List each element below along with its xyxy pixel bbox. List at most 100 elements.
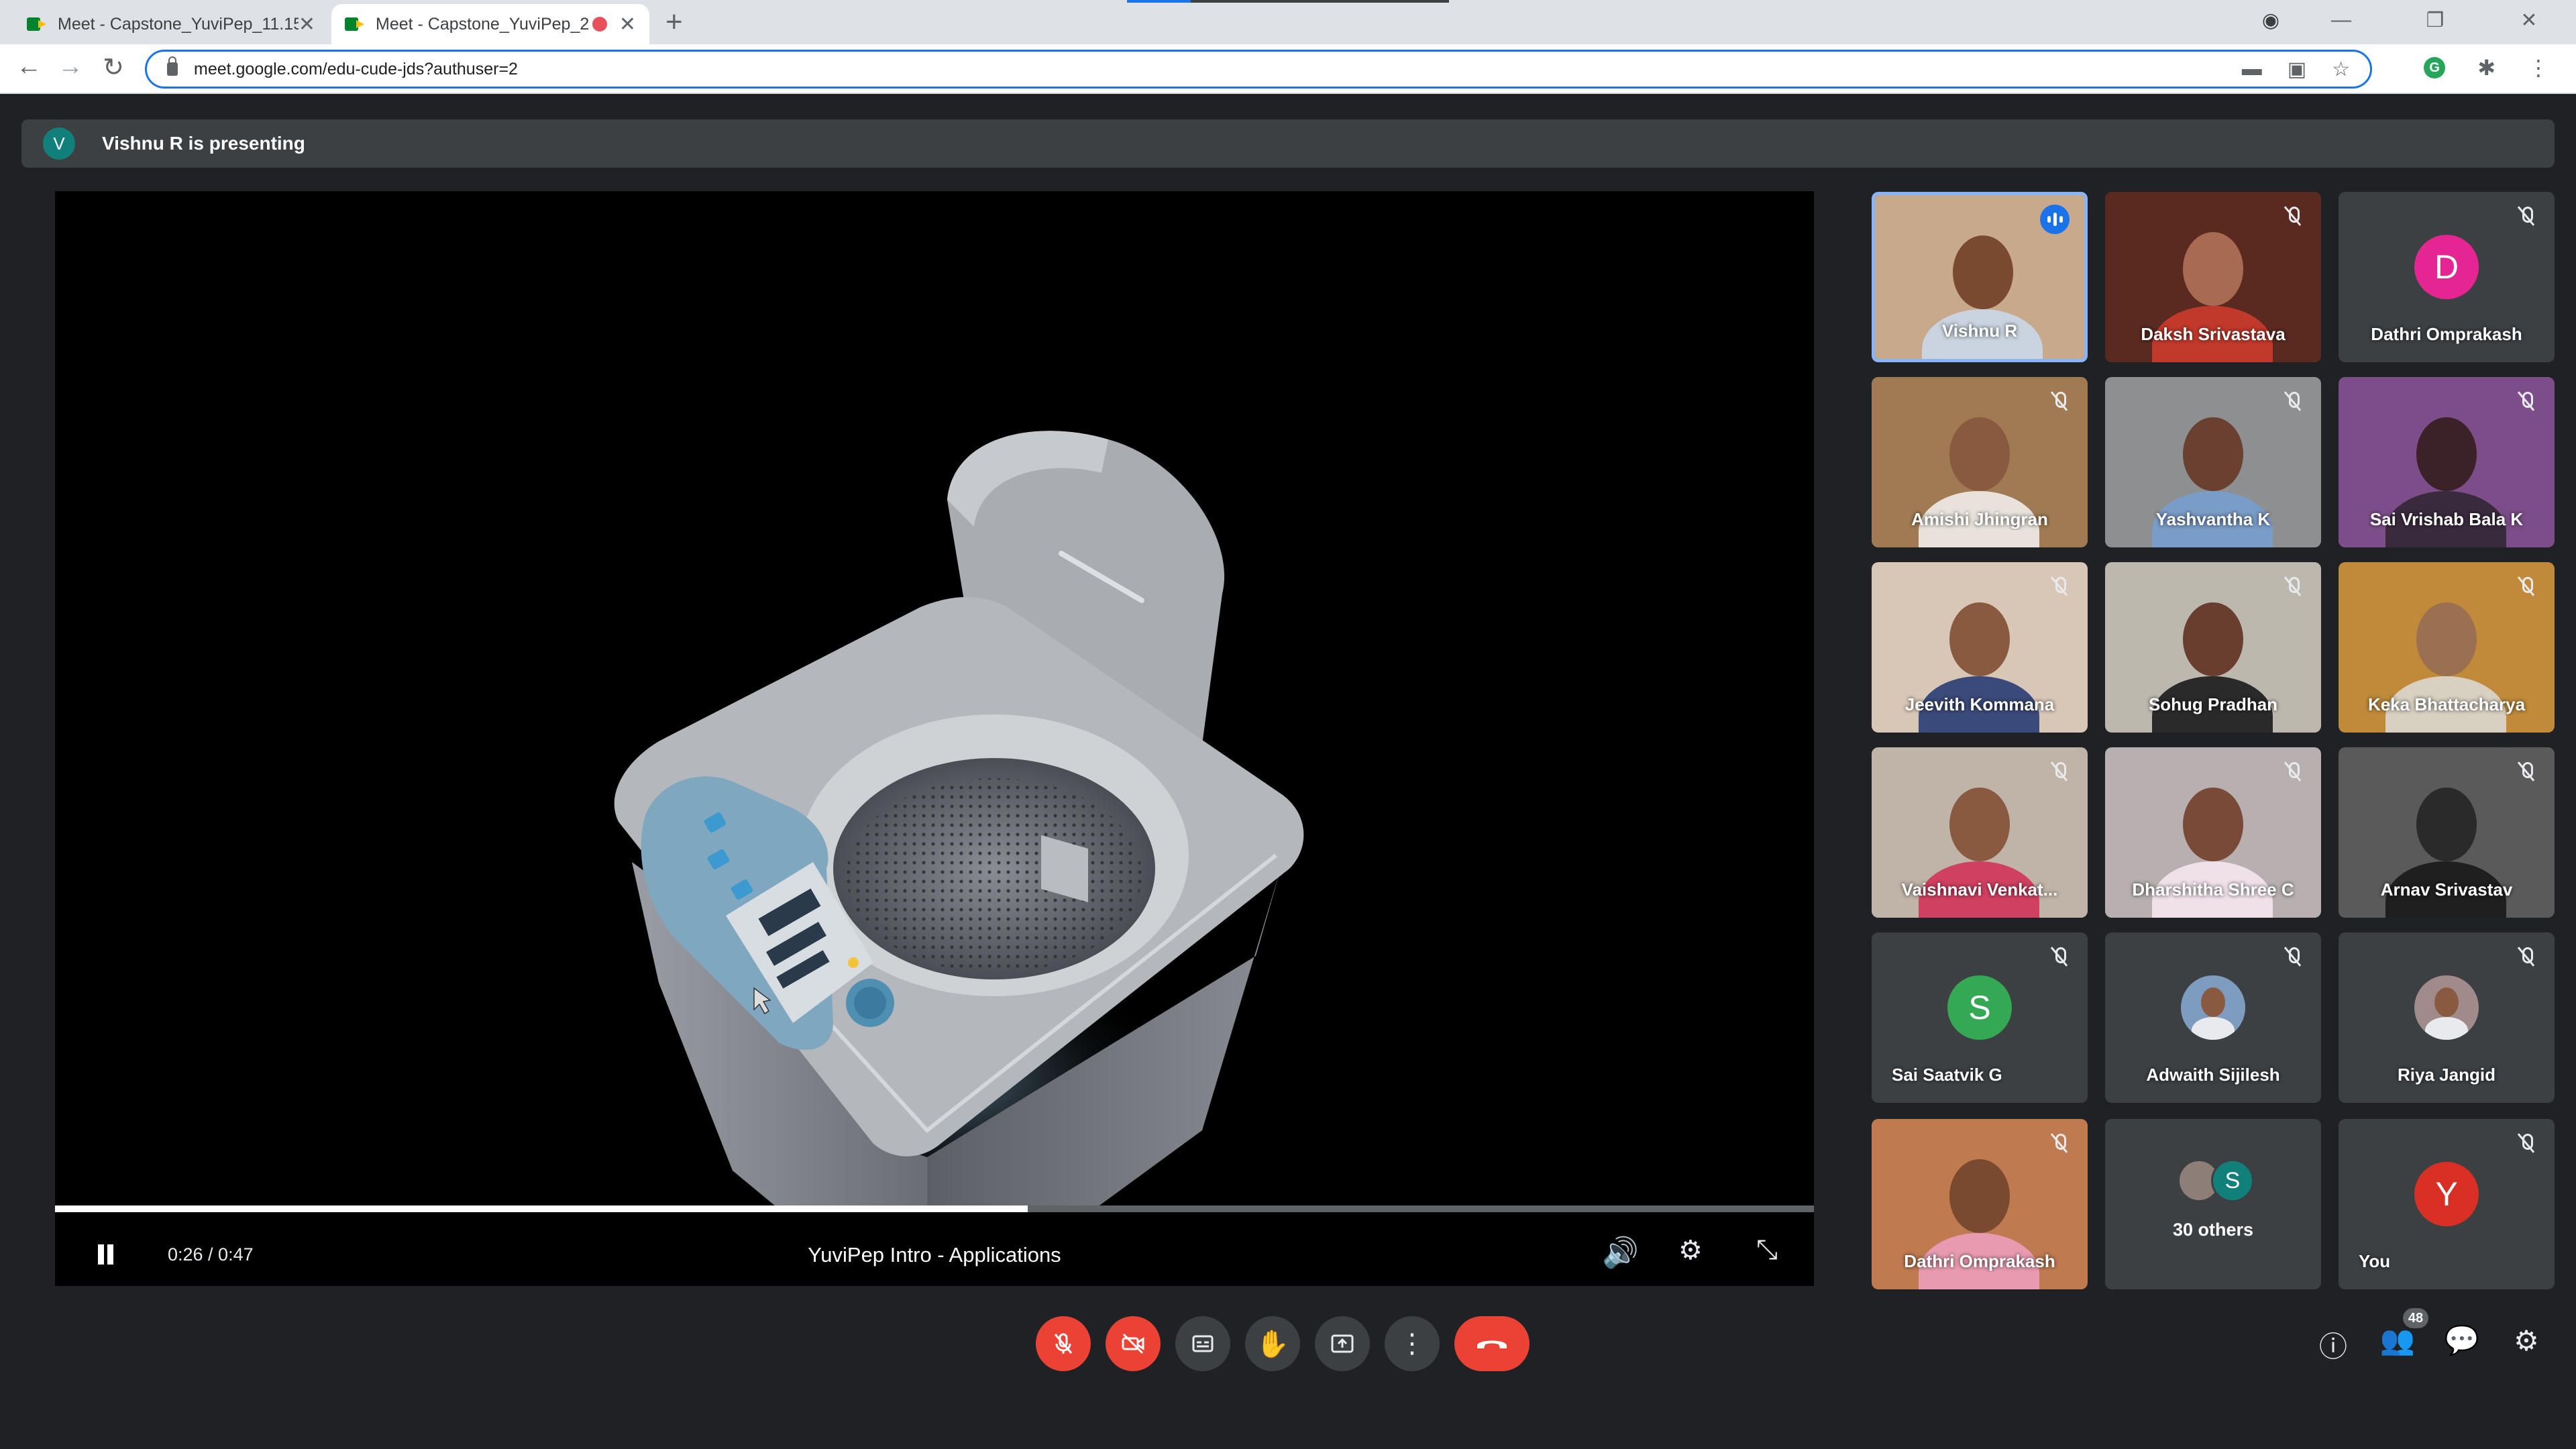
mic-muted-icon — [2282, 946, 2302, 966]
participant-tile[interactable]: Amishi Jhingran — [1872, 377, 2088, 547]
participant-head — [1949, 417, 2010, 491]
participant-tile[interactable]: Adwaith Sijilesh — [2105, 932, 2321, 1103]
washing-machine-illustration — [614, 431, 1304, 1205]
info-icon[interactable]: ⓘ — [2313, 1324, 2353, 1365]
mic-muted-icon — [2049, 576, 2069, 596]
call-controls-bar: ✋ ⋮ — [0, 1308, 2576, 1375]
window-controls: ◉ — ❐ ✕ — [2247, 0, 2576, 40]
tab-title: Meet - Capstone_YuviPep_11.15 — [58, 14, 299, 34]
restore-icon[interactable]: ❐ — [2388, 9, 2482, 32]
participant-tile[interactable]: D Dathri Omprakash — [2339, 192, 2555, 362]
presentation-stage[interactable]: 0:26 / 0:47 YuviPep Intro - Applications… — [55, 191, 1814, 1286]
participant-avatar: Y — [2414, 1162, 2479, 1226]
captions-icon[interactable] — [1175, 1316, 1230, 1371]
browser-menu-icon[interactable]: ⋮ — [2528, 55, 2549, 80]
participant-tile[interactable]: Jeevith Kommana — [1872, 562, 2088, 733]
address-bar[interactable]: meet.google.com/edu-cude-jds?authuser=2 … — [145, 50, 2372, 89]
participant-tile[interactable]: Sohug Pradhan — [2105, 562, 2321, 733]
forward-arrow-icon[interactable]: → — [54, 52, 87, 81]
participant-head — [2183, 232, 2243, 306]
new-tab-plus-icon[interactable]: + — [665, 5, 683, 39]
mic-muted-icon — [2049, 761, 2069, 781]
participant-tile[interactable]: S Sai Saatvik G — [1872, 932, 2088, 1103]
mic-muted-icon — [2049, 946, 2069, 966]
participant-name: Amishi Jhingran — [1911, 509, 2048, 529]
speaking-indicator-icon — [2040, 205, 2070, 234]
browser-tab-2[interactable]: Meet - Capstone_YuviPep_2 ✕ — [331, 4, 649, 44]
participant-name: Dharshitha Shree C — [2132, 879, 2294, 900]
raise-hand-icon[interactable]: ✋ — [1245, 1316, 1300, 1371]
participant-tile[interactable]: Sai Vrishab Bala K — [2339, 377, 2555, 547]
browser-tabstrip: Meet - Capstone_YuviPep_11.15 ✕ Meet - C… — [0, 0, 2576, 44]
mic-muted-icon — [2282, 576, 2302, 596]
more-vert-icon[interactable]: ⋮ — [1385, 1316, 1440, 1371]
participant-head — [2183, 788, 2243, 861]
participant-tile[interactable]: Dathri Omprakash — [1872, 1119, 2088, 1289]
people-count-badge: 48 — [2403, 1308, 2428, 1328]
mic-muted-icon — [2049, 1132, 2069, 1152]
present-icon[interactable] — [1315, 1316, 1370, 1371]
participant-name: Daksh Srivastava — [2141, 324, 2286, 344]
participant-head — [2183, 417, 2243, 491]
participant-tile[interactable]: Arnav Srivastav — [2339, 747, 2555, 918]
participant-head — [2416, 788, 2477, 861]
participant-tile[interactable]: Vaishnavi Venkat... — [1872, 747, 2088, 918]
people-icon[interactable]: 👥 — [2377, 1324, 2418, 1357]
avatar-shoulders — [2192, 1017, 2235, 1040]
participant-tile[interactable]: Vishnu R — [1872, 192, 2088, 362]
participant-tile[interactable]: Riya Jangid — [2339, 932, 2555, 1103]
video-progress-bar[interactable] — [55, 1205, 1814, 1212]
presenting-label: Vishnu R is presenting — [102, 133, 305, 154]
participant-name: Dathri Omprakash — [1904, 1251, 2055, 1271]
participant-tile[interactable]: Y You — [2339, 1119, 2555, 1289]
participant-avatar — [2181, 975, 2245, 1040]
chat-icon[interactable]: 💬 — [2442, 1324, 2482, 1357]
hangup-icon[interactable] — [1454, 1316, 1529, 1371]
mic-muted-icon — [2516, 576, 2536, 596]
participant-tile[interactable]: Dharshitha Shree C — [2105, 747, 2321, 918]
bookmark-star-icon[interactable]: ☆ — [2332, 58, 2350, 81]
participant-tile[interactable]: Daksh Srivastava — [2105, 192, 2321, 362]
grammarly-extension-icon[interactable]: G — [2424, 57, 2446, 78]
participant-name: Vaishnavi Venkat... — [1901, 879, 2058, 900]
activities-icon[interactable]: ⚙ — [2506, 1324, 2546, 1357]
reload-icon[interactable]: ↻ — [97, 52, 130, 83]
minimize-icon[interactable]: — — [2294, 9, 2388, 32]
participant-avatar: S — [1947, 975, 2012, 1040]
window-close-icon[interactable]: ✕ — [2482, 9, 2576, 32]
close-icon[interactable]: ✕ — [619, 13, 636, 36]
cast-icon[interactable]: ▣ — [2288, 58, 2306, 81]
participant-name: Sai Vrishab Bala K — [2369, 509, 2524, 529]
meet-favicon-icon — [345, 16, 365, 32]
back-arrow-icon[interactable]: ← — [12, 52, 46, 81]
extensions-puzzle-icon[interactable]: ✱ — [2477, 55, 2496, 80]
participant-name: Dathri Omprakash — [2371, 324, 2522, 344]
exit-fullscreen-icon[interactable]: ⤡ — [1756, 1235, 1778, 1265]
mic-muted-icon — [2516, 946, 2536, 966]
camera-off-icon[interactable] — [1106, 1316, 1161, 1371]
close-icon[interactable]: ✕ — [299, 13, 315, 36]
participant-name: Jeevith Kommana — [1904, 694, 2055, 714]
mic-muted-icon — [2516, 390, 2536, 411]
media-control-icon[interactable]: ◉ — [2247, 9, 2294, 32]
camera-blocked-icon[interactable]: ▬ — [2242, 58, 2262, 81]
participant-name: Yashvantha K — [2155, 509, 2271, 529]
participant-head — [2416, 417, 2477, 491]
participant-name: You — [2359, 1251, 2391, 1271]
mic-off-icon[interactable] — [1036, 1316, 1091, 1371]
participant-tile[interactable]: Keka Bhattacharya — [2339, 562, 2555, 733]
participant-name: Vishnu R — [1941, 321, 2018, 341]
participant-head — [1949, 1159, 2010, 1233]
recording-icon — [592, 17, 607, 32]
settings-icon[interactable]: ⚙ — [1678, 1235, 1703, 1266]
presenter-avatar: V — [43, 127, 75, 160]
participant-name: Sohug Pradhan — [2148, 694, 2278, 714]
participant-head — [2416, 602, 2477, 676]
participant-tile[interactable]: S 30 others — [2105, 1119, 2321, 1289]
browser-tab-1[interactable]: Meet - Capstone_YuviPep_11.15 ✕ — [13, 4, 329, 44]
participant-name: Adwaith Sijilesh — [2146, 1065, 2280, 1085]
screen-share-indicator — [1127, 0, 1449, 3]
volume-icon[interactable]: 🔊 — [1602, 1235, 1639, 1270]
participant-tile[interactable]: Yashvantha K — [2105, 377, 2321, 547]
video-title: YuviPep Intro - Applications — [808, 1243, 1061, 1267]
